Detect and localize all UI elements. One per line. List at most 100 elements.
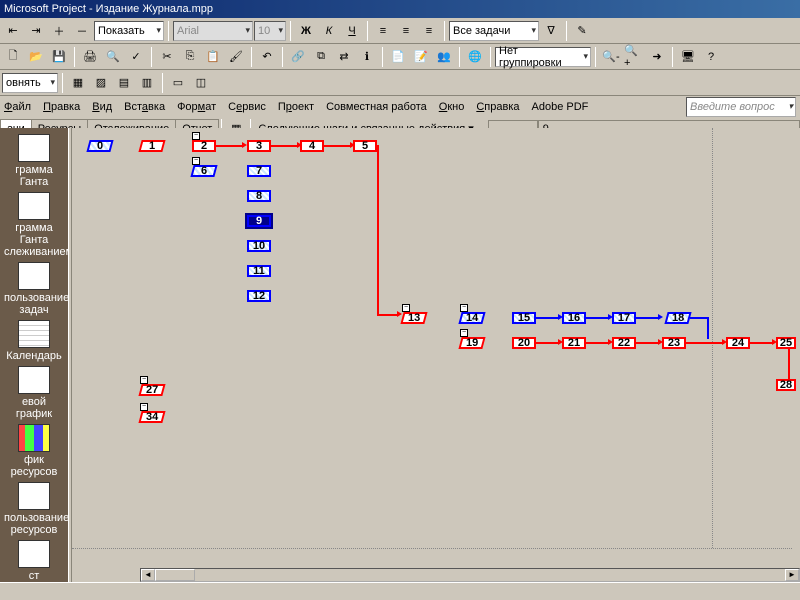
view-network[interactable]: ◫евой график xyxy=(4,366,64,420)
goto-icon[interactable]: ➜ xyxy=(646,46,668,68)
collapse-14[interactable]: − xyxy=(460,304,468,312)
node-27[interactable]: 27 xyxy=(138,384,165,396)
split-icon[interactable]: ⇄ xyxy=(333,46,355,68)
italic-icon[interactable]: К xyxy=(318,20,340,42)
node-7[interactable]: 7 xyxy=(247,165,271,177)
node-4[interactable]: 4 xyxy=(300,140,324,152)
node-34[interactable]: 34 xyxy=(138,411,165,423)
undo-icon[interactable]: ↶ xyxy=(256,46,278,68)
net-icon-6[interactable]: ◫ xyxy=(190,72,212,94)
net-icon-3[interactable]: ▤ xyxy=(113,72,135,94)
underline-icon[interactable]: Ч xyxy=(341,20,363,42)
info-icon[interactable]: ℹ xyxy=(356,46,378,68)
node-21[interactable]: 21 xyxy=(562,337,586,349)
view-resource-usage[interactable]: ▥пользование ресурсов xyxy=(4,482,64,536)
menu-insert[interactable]: Вставка xyxy=(124,101,165,113)
node-0[interactable]: 0 xyxy=(86,140,113,152)
view-gantt[interactable]: ▤грамма Ганта xyxy=(4,134,64,188)
menu-format[interactable]: Формат xyxy=(177,101,216,113)
cut-icon[interactable]: ✂ xyxy=(156,46,178,68)
node-1[interactable]: 1 xyxy=(138,140,165,152)
node-6[interactable]: 6 xyxy=(190,165,217,177)
menu-project[interactable]: Проект xyxy=(278,101,314,113)
net-icon-5[interactable]: ▭ xyxy=(167,72,189,94)
help-search[interactable]: Введите вопрос xyxy=(686,97,796,117)
node-25[interactable]: 25 xyxy=(776,337,796,349)
node-5[interactable]: 5 xyxy=(353,140,377,152)
scroll-right-icon[interactable]: ► xyxy=(785,569,799,581)
zoom-out-icon[interactable]: 🔍- xyxy=(600,46,622,68)
publish-icon[interactable]: 🌐 xyxy=(464,46,486,68)
node-28[interactable]: 28 xyxy=(776,379,796,391)
node-8[interactable]: 8 xyxy=(247,190,271,202)
view-resource-graph[interactable]: фик ресурсов xyxy=(4,424,64,478)
align-left-icon[interactable]: ≡ xyxy=(372,20,394,42)
menu-edit[interactable]: Правка xyxy=(43,101,80,113)
scroll-left-icon[interactable]: ◄ xyxy=(141,569,155,581)
copy-icon[interactable]: ⎘ xyxy=(179,46,201,68)
paste-icon[interactable]: 📋 xyxy=(202,46,224,68)
node-3[interactable]: 3 xyxy=(247,140,271,152)
collapse-6[interactable]: − xyxy=(192,157,200,165)
menu-file[interactable]: ФФайлайл xyxy=(4,101,31,113)
collapse-27[interactable]: − xyxy=(140,376,148,384)
node-11[interactable]: 11 xyxy=(247,265,271,277)
menu-window[interactable]: Окно xyxy=(439,101,465,113)
print-icon[interactable]: 🖨 xyxy=(79,46,101,68)
menu-service[interactable]: Сервис xyxy=(228,101,266,113)
view-resource-sheet[interactable]: ▤ст ресурсов xyxy=(4,540,64,582)
notes-icon[interactable]: 📝 xyxy=(410,46,432,68)
node-10[interactable]: 10 xyxy=(247,240,271,252)
outdent-icon[interactable]: ⇤ xyxy=(2,20,24,42)
node-19[interactable]: 19 xyxy=(458,337,485,349)
menu-help[interactable]: Справка xyxy=(476,101,519,113)
align-center-icon[interactable]: ≡ xyxy=(395,20,417,42)
align-right-icon[interactable]: ≡ xyxy=(418,20,440,42)
group-combo[interactable]: Нет группировки xyxy=(495,47,591,67)
spell-icon[interactable]: ✓ xyxy=(125,46,147,68)
node-16[interactable]: 16 xyxy=(562,312,586,324)
link-icon[interactable]: 🔗 xyxy=(287,46,309,68)
minus-icon[interactable]: － xyxy=(71,20,93,42)
preview-icon[interactable]: 🔍 xyxy=(102,46,124,68)
indent-icon[interactable]: ⇥ xyxy=(25,20,47,42)
node-22[interactable]: 22 xyxy=(612,337,636,349)
plus-icon[interactable]: ＋ xyxy=(48,20,70,42)
help-icon[interactable]: ? xyxy=(700,46,722,68)
view-calendar[interactable]: Календарь xyxy=(4,320,64,362)
collapse-19[interactable]: − xyxy=(460,329,468,337)
node-15[interactable]: 15 xyxy=(512,312,536,324)
wand-icon[interactable]: ✎ xyxy=(571,20,593,42)
font-size-combo[interactable]: 10 xyxy=(254,21,286,41)
node-14[interactable]: 14 xyxy=(458,312,485,324)
menu-view[interactable]: Вид xyxy=(92,101,112,113)
node-24[interactable]: 24 xyxy=(726,337,750,349)
net-icon-4[interactable]: ▥ xyxy=(136,72,158,94)
node-23[interactable]: 23 xyxy=(662,337,686,349)
open-icon[interactable]: 📂 xyxy=(25,46,47,68)
network-diagram[interactable]: 0 1 − 2 3 4 5 − 6 7 8 9 10 11 12 − 13 − xyxy=(72,128,800,582)
node-2[interactable]: 2 xyxy=(192,140,216,152)
net-icon-2[interactable]: ▨ xyxy=(90,72,112,94)
format-painter-icon[interactable]: 🖌 xyxy=(225,46,247,68)
node-13[interactable]: 13 xyxy=(400,312,427,324)
save-icon[interactable]: 💾 xyxy=(48,46,70,68)
scroll-thumb[interactable] xyxy=(155,569,195,581)
show-combo[interactable]: Показать xyxy=(94,21,164,41)
zoom-in-icon[interactable]: 🔍+ xyxy=(623,46,645,68)
node-17[interactable]: 17 xyxy=(612,312,636,324)
menu-collab[interactable]: Совместная работа xyxy=(326,101,427,113)
menu-adobe[interactable]: Adobe PDF xyxy=(532,101,589,113)
assign-icon[interactable]: 👥 xyxy=(433,46,455,68)
collapse-13[interactable]: − xyxy=(402,304,410,312)
node-18[interactable]: 18 xyxy=(664,312,691,324)
new-icon[interactable]: 🗋 xyxy=(2,46,24,68)
node-20[interactable]: 20 xyxy=(512,337,536,349)
task-info-icon[interactable]: 📄 xyxy=(387,46,409,68)
autofilter-icon[interactable]: ∇ xyxy=(540,20,562,42)
bold-icon[interactable]: Ж xyxy=(295,20,317,42)
filter-combo[interactable]: Все задачи xyxy=(449,21,539,41)
screen-icon[interactable]: 🖥 xyxy=(677,46,699,68)
view-task-usage[interactable]: ▥пользование задач xyxy=(4,262,64,316)
node-9[interactable]: 9 xyxy=(247,215,271,227)
